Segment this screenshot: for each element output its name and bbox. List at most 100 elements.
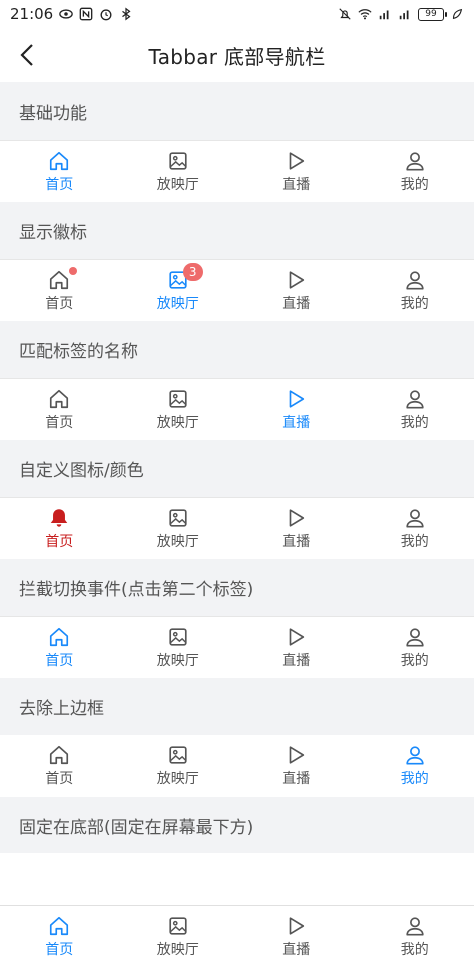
tab-label: 直播 bbox=[282, 533, 311, 550]
tab-label: 首页 bbox=[45, 941, 74, 958]
tab-label: 我的 bbox=[400, 533, 429, 550]
tabbar-badge: 首页 3 放映厅 直播 我的 bbox=[0, 259, 474, 321]
chevron-left-icon bbox=[20, 44, 33, 66]
tab-live[interactable]: 直播 bbox=[237, 906, 356, 967]
tabbar-intercept: 首页 放映厅 直播 我的 bbox=[0, 616, 474, 678]
tab-label: 我的 bbox=[400, 176, 429, 193]
section-title: 显示徽标 bbox=[19, 223, 87, 243]
back-button[interactable] bbox=[12, 40, 42, 70]
play-icon bbox=[285, 507, 307, 529]
section-title: 匹配标签的名称 bbox=[19, 342, 138, 362]
user-icon bbox=[404, 915, 426, 937]
tab-label: 我的 bbox=[400, 771, 429, 787]
tab-cinema[interactable]: 放映厅 bbox=[119, 906, 238, 967]
image-icon bbox=[167, 626, 189, 648]
section-title: 固定在底部(固定在屏幕最下方) bbox=[19, 817, 254, 838]
tab-home[interactable]: 首页 bbox=[0, 141, 119, 202]
section-title: 自定义图标/颜色 bbox=[19, 461, 144, 481]
count-badge: 3 bbox=[182, 262, 203, 281]
tab-mine[interactable]: 我的 bbox=[356, 617, 474, 678]
section-title-custom: 自定义图标/颜色 bbox=[0, 440, 474, 497]
tab-label: 首页 bbox=[45, 652, 74, 669]
section-title-no-border: 去除上边框 bbox=[0, 678, 474, 735]
mute-icon bbox=[339, 8, 351, 20]
tab-home[interactable]: 首页 bbox=[0, 735, 119, 797]
image-icon: 3 bbox=[167, 262, 203, 291]
tab-cinema[interactable]: 放映厅 bbox=[119, 617, 238, 678]
battery-indicator: 99 bbox=[418, 7, 447, 21]
user-icon bbox=[404, 507, 426, 529]
home-icon bbox=[48, 150, 70, 172]
play-icon bbox=[285, 744, 307, 766]
tab-label: 放映厅 bbox=[156, 176, 199, 193]
leaf-icon bbox=[452, 8, 463, 20]
tab-label: 首页 bbox=[45, 533, 74, 550]
bluetooth-icon bbox=[122, 7, 131, 21]
tab-mine[interactable]: 我的 bbox=[356, 906, 474, 967]
tab-label: 我的 bbox=[400, 941, 429, 958]
tab-label: 我的 bbox=[400, 652, 429, 669]
home-icon bbox=[48, 744, 70, 766]
tab-label: 首页 bbox=[45, 176, 74, 193]
tab-live[interactable]: 直播 bbox=[237, 379, 356, 440]
tab-label: 直播 bbox=[282, 414, 311, 431]
tab-label: 放映厅 bbox=[156, 771, 199, 787]
tab-cinema[interactable]: 放映厅 bbox=[119, 141, 238, 202]
play-icon bbox=[285, 150, 307, 172]
status-time: 21:06 bbox=[10, 5, 54, 23]
tab-label: 直播 bbox=[282, 771, 311, 787]
tab-label: 首页 bbox=[45, 295, 74, 312]
user-icon bbox=[404, 150, 426, 172]
tab-mine[interactable]: 我的 bbox=[356, 260, 474, 321]
tabbar-fixed-bottom: 首页 放映厅 直播 我的 bbox=[0, 905, 474, 967]
image-icon bbox=[167, 150, 189, 172]
tabbar-custom: 首页 放映厅 直播 我的 bbox=[0, 497, 474, 559]
home-icon bbox=[48, 388, 70, 410]
image-icon bbox=[167, 915, 189, 937]
image-icon bbox=[167, 744, 189, 766]
tabbar-basic: 首页 放映厅 直播 我的 bbox=[0, 140, 474, 202]
home-icon bbox=[48, 266, 78, 291]
tab-label: 直播 bbox=[282, 295, 311, 312]
section-title: 拦截切换事件(点击第二个标签) bbox=[19, 580, 254, 600]
tab-live[interactable]: 直播 bbox=[237, 260, 356, 321]
eye-icon bbox=[59, 9, 74, 19]
user-icon bbox=[404, 269, 426, 291]
tab-cinema[interactable]: 放映厅 bbox=[119, 379, 238, 440]
section-title-fixed: 固定在底部(固定在屏幕最下方) bbox=[0, 797, 474, 853]
dot-badge bbox=[69, 266, 78, 275]
tab-cinema[interactable]: 放映厅 bbox=[119, 735, 238, 797]
tab-home[interactable]: 首页 bbox=[0, 379, 119, 440]
signal-icon bbox=[379, 10, 389, 20]
tab-label: 放映厅 bbox=[156, 295, 199, 312]
tab-live[interactable]: 直播 bbox=[237, 498, 356, 559]
tab-home[interactable]: 首页 bbox=[0, 906, 119, 967]
tab-live[interactable]: 直播 bbox=[237, 735, 356, 797]
tab-home[interactable]: 首页 bbox=[0, 617, 119, 678]
tab-live[interactable]: 直播 bbox=[237, 141, 356, 202]
play-icon bbox=[285, 626, 307, 648]
tab-live[interactable]: 直播 bbox=[237, 617, 356, 678]
tab-mine[interactable]: 我的 bbox=[356, 735, 474, 797]
status-bar: 21:06 99 bbox=[0, 0, 474, 28]
tab-label: 放映厅 bbox=[156, 652, 199, 669]
tab-home[interactable]: 首页 bbox=[0, 260, 119, 321]
tab-home[interactable]: 首页 bbox=[0, 498, 119, 559]
tab-label: 放映厅 bbox=[156, 533, 199, 550]
tab-mine[interactable]: 我的 bbox=[356, 498, 474, 559]
nav-bar: Tabbar 底部导航栏 bbox=[0, 28, 474, 82]
image-icon bbox=[167, 388, 189, 410]
section-title-match: 匹配标签的名称 bbox=[0, 321, 474, 378]
tab-mine[interactable]: 我的 bbox=[356, 141, 474, 202]
tab-cinema[interactable]: 放映厅 bbox=[119, 498, 238, 559]
user-icon bbox=[404, 388, 426, 410]
tab-label: 首页 bbox=[45, 771, 74, 787]
tab-cinema[interactable]: 3 放映厅 bbox=[119, 260, 238, 321]
section-title: 去除上边框 bbox=[19, 699, 104, 719]
section-title-intercept: 拦截切换事件(点击第二个标签) bbox=[0, 559, 474, 616]
play-icon bbox=[285, 269, 307, 291]
home-icon bbox=[48, 626, 70, 648]
tab-mine[interactable]: 我的 bbox=[356, 379, 474, 440]
play-icon bbox=[285, 388, 307, 410]
tab-label: 直播 bbox=[282, 941, 311, 958]
